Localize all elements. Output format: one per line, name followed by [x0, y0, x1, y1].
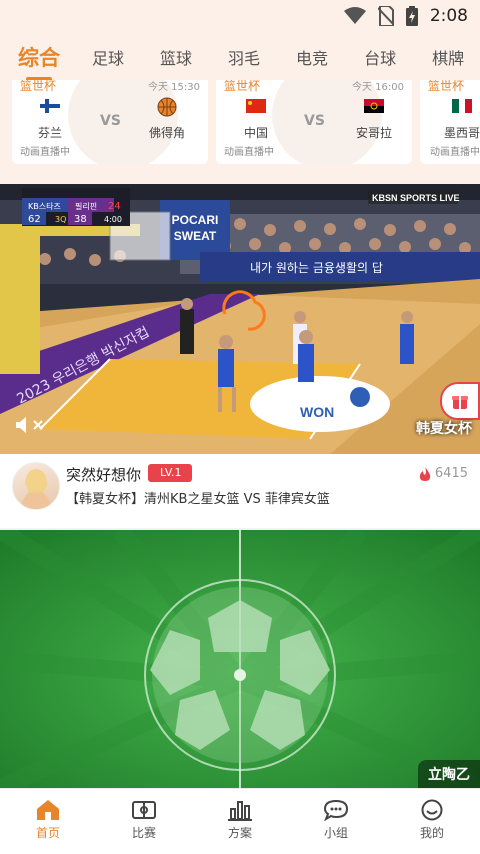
- broadcaster-logo: KBSN SPORTS LIVE: [372, 193, 460, 203]
- tab-esports[interactable]: 电竞: [296, 45, 328, 69]
- team-away-name: 安哥拉: [355, 126, 392, 140]
- nav-home[interactable]: 首页: [0, 789, 96, 854]
- tab-football[interactable]: 足球: [92, 45, 124, 69]
- level-badge: LV.1: [148, 464, 192, 482]
- tab-badminton[interactable]: 羽毛: [228, 45, 260, 69]
- svg-text:62: 62: [28, 214, 41, 225]
- scoreboard: KB스타즈 필리핀 62 3Q 38 24 4:00: [22, 188, 130, 226]
- float-action-button[interactable]: [440, 382, 480, 420]
- team-home-name: 墨西哥: [443, 126, 480, 140]
- scoreboard-icon: [132, 801, 156, 819]
- vs-label: VS: [100, 113, 121, 129]
- bar-chart-icon: [228, 801, 252, 821]
- viewer-count-value: 6415: [434, 466, 468, 481]
- category-tabs: 综合 足球 篮球 羽毛 电竞 台球 棋牌: [0, 34, 480, 80]
- svg-text:SWEAT: SWEAT: [174, 229, 217, 243]
- finland-flag-icon: [40, 99, 60, 113]
- live-stream-card[interactable]: 突然好想你 LV.1 6415 【韩夏女杯】清州KB之星女篮 VS 菲律宾女篮: [0, 454, 480, 528]
- match-card[interactable]: 篮世杯 墨西哥 动画直播中: [420, 80, 480, 164]
- svg-text:4:00: 4:00: [104, 215, 122, 224]
- nav-groups-label: 小组: [323, 826, 348, 840]
- avatar[interactable]: [12, 462, 60, 510]
- match-card[interactable]: 篮世杯 今天 16:00 中国 VS 安哥拉 动画直播中: [216, 80, 412, 164]
- svg-text:필리핀: 필리핀: [75, 201, 97, 211]
- match-league: 篮世杯: [224, 80, 261, 93]
- match-time: 今天 16:00: [352, 82, 404, 93]
- arena-banner: 내가 원하는 금융생활의 답: [250, 261, 383, 275]
- football-stream-thumbnail[interactable]: 立陶乙: [0, 530, 480, 788]
- clock: 2:08: [429, 6, 468, 26]
- match-card[interactable]: 篮世杯 今天 15:30 芬兰 VS 佛得角 动画直播中: [12, 80, 208, 164]
- vs-label: VS: [304, 113, 325, 129]
- tab-billiards[interactable]: 台球: [364, 45, 396, 69]
- match-status: 动画直播中: [224, 147, 274, 158]
- court-logo: WON: [300, 404, 334, 420]
- team-home-name: 芬兰: [37, 126, 62, 140]
- nav-home-label: 首页: [35, 826, 60, 840]
- smiley-icon: [421, 799, 443, 821]
- svg-text:38: 38: [74, 214, 87, 225]
- live-video-player[interactable]: POCARI SWEAT 내가 원하는 금융생활의 답 2023 우리은행 박신…: [0, 184, 480, 454]
- status-bar: 2:08: [0, 0, 480, 34]
- viewer-count: 6415: [419, 466, 468, 481]
- match-status: 动画直播中: [20, 147, 70, 158]
- team-home-name: 中国: [243, 126, 268, 140]
- match-time: 今天 15:30: [148, 82, 200, 93]
- no-sim-icon: [377, 6, 394, 26]
- league-label: 立陶乙: [418, 760, 480, 788]
- gift-icon: [452, 396, 468, 409]
- tab-comprehensive[interactable]: 综合: [18, 42, 60, 72]
- mexico-flag-icon: [452, 99, 472, 113]
- nav-matches-label: 比赛: [131, 826, 156, 840]
- team-away-name: 佛得角: [148, 126, 185, 140]
- nav-plans[interactable]: 方案: [192, 789, 288, 854]
- stream-title: 【韩夏女杯】清州KB之星女篮 VS 菲律宾女篮: [66, 492, 330, 507]
- match-status: 动画直播中: [430, 147, 480, 158]
- svg-text:3Q: 3Q: [55, 215, 66, 224]
- match-league: 篮世杯: [428, 80, 465, 93]
- bottom-navigation: 首页 比赛 方案 小组 我的: [0, 788, 480, 854]
- svg-text:POCARI: POCARI: [172, 213, 219, 227]
- tab-chess[interactable]: 棋牌: [432, 45, 464, 69]
- china-flag-icon: [246, 99, 266, 113]
- basketball-icon: [157, 97, 177, 117]
- tab-basketball[interactable]: 篮球: [160, 45, 192, 69]
- nav-mine-label: 我的: [419, 826, 444, 840]
- battery-icon: [405, 6, 418, 26]
- flame-icon: [419, 466, 431, 481]
- svg-text:24: 24: [108, 201, 121, 212]
- nav-plans-label: 方案: [227, 826, 252, 840]
- volume-mute-icon[interactable]: [14, 416, 48, 434]
- chat-icon: [323, 799, 349, 821]
- video-title: 韩夏女杯: [416, 421, 472, 437]
- wifi-icon: [343, 7, 366, 24]
- match-league: 篮世杯: [20, 80, 57, 93]
- nav-groups[interactable]: 小组: [288, 789, 384, 854]
- svg-text:KB스타즈: KB스타즈: [28, 202, 61, 211]
- nav-mine[interactable]: 我的: [384, 789, 480, 854]
- home-icon: [37, 800, 59, 820]
- basketball-court-scene: POCARI SWEAT 내가 원하는 금융생활의 답 2023 우리은행 박신…: [0, 184, 480, 454]
- nav-matches[interactable]: 比赛: [96, 789, 192, 854]
- soccer-ball-field-icon: [0, 530, 480, 788]
- angola-flag-icon: [364, 99, 384, 113]
- streamer-name: 突然好想你: [66, 466, 142, 484]
- match-strip: 篮世杯 今天 15:30 芬兰 VS 佛得角 动画直播中 篮世杯 今天 16:0…: [0, 80, 480, 184]
